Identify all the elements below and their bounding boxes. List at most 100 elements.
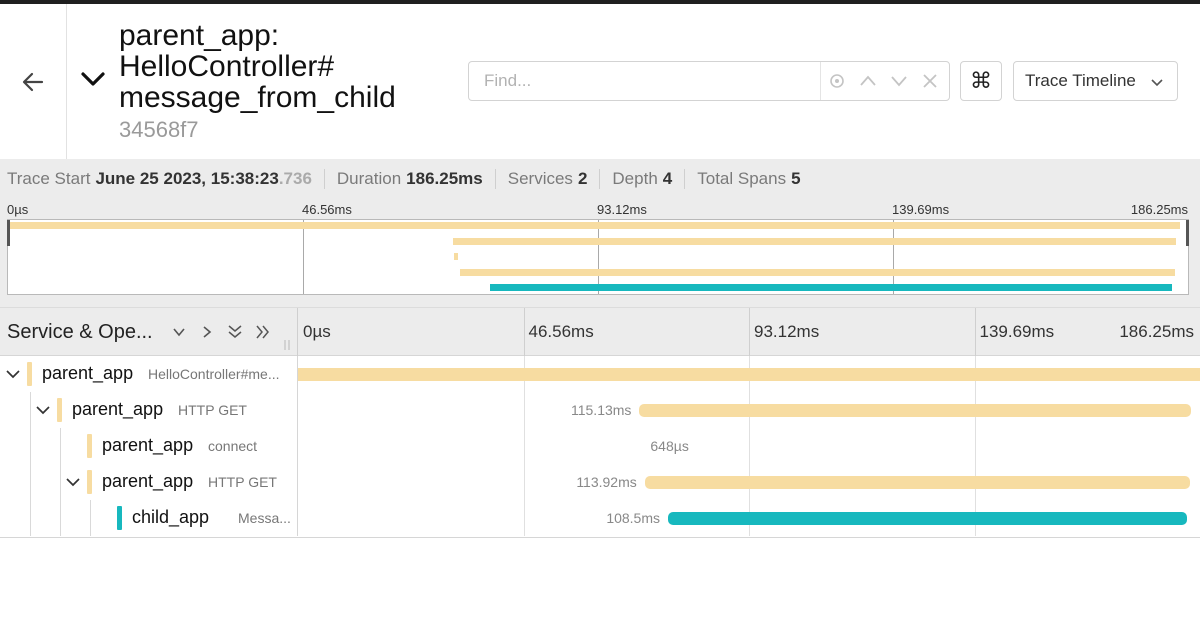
trace-search [468, 61, 950, 101]
chevron-up-icon [859, 75, 876, 86]
span-row[interactable]: parent_app HelloController#me... [0, 356, 1200, 392]
timeline-grid-line [749, 428, 750, 464]
service-name: child_app [132, 507, 210, 527]
tree-guide-line [60, 428, 61, 464]
back-button[interactable] [0, 4, 67, 159]
chevron-down-icon [173, 328, 185, 337]
span-name-cell[interactable]: parent_app connect [0, 428, 298, 464]
timeline-tick-line [749, 308, 750, 356]
target-icon [829, 74, 844, 88]
chevron-down-icon[interactable] [64, 473, 82, 491]
timeline-grid-line [523, 392, 525, 428]
close-icon [922, 74, 937, 88]
span-row[interactable]: parent_app HTTP GET 113.92ms [0, 464, 1200, 500]
view-select-value: Trace Timeline [1025, 71, 1136, 90]
summary-depth: Depth 4 [612, 169, 673, 188]
minimap-span-bar [454, 253, 459, 260]
clear-search-button[interactable] [914, 62, 945, 100]
trace-title: parent_app: HelloController# message_fro… [119, 19, 396, 114]
view-select[interactable]: Trace Timeline [1013, 61, 1178, 101]
minimap-canvas[interactable] [7, 219, 1189, 295]
trace-summary: Trace Start June 25 2023, 15:38:23.736 D… [0, 159, 1200, 199]
timeline-header: Service & Ope... 0µs 46.56ms 93.12ms 139.69… [0, 307, 1200, 356]
prev-result-button[interactable] [852, 62, 883, 100]
minimap-tick-label: 186.25ms [1130, 202, 1188, 217]
chevron-down-icon[interactable] [4, 365, 22, 383]
timeline-tick-line [974, 308, 976, 356]
search-input[interactable] [469, 62, 821, 100]
span-bar[interactable] [639, 404, 1191, 417]
service-color-marker [27, 362, 32, 386]
span-bar[interactable] [668, 512, 1188, 525]
double-chevron-down-icon [228, 325, 242, 338]
divider [599, 169, 601, 189]
operation-name: HelloController#me... [148, 366, 280, 382]
tree-guide-line [30, 464, 31, 500]
timeline-grid-line [523, 500, 525, 536]
timeline-tick-label: 0µs [303, 322, 331, 341]
minimap-right-handle[interactable] [1186, 220, 1189, 246]
minimap-span-bar [459, 268, 1176, 276]
command-key-icon: ⌘ [970, 68, 992, 93]
span-duration-label: 108.5ms [606, 510, 661, 526]
span-bar[interactable] [644, 476, 1191, 489]
timeline-tick-label: 46.56ms [528, 322, 594, 341]
minimap-tick-label: 0µs [7, 202, 29, 217]
span-bar[interactable] [298, 368, 1200, 381]
timeline-grid-line [523, 428, 525, 464]
operation-name: connect [208, 438, 258, 454]
timeline-tick-label: 93.12ms [754, 322, 820, 341]
tree-guide-line [30, 392, 31, 428]
keyboard-shortcuts-button[interactable]: ⌘ [960, 61, 1002, 101]
tree-guide-line [30, 428, 31, 464]
chevron-down-icon [1151, 79, 1163, 87]
expand-one-button[interactable] [193, 317, 221, 347]
span-row[interactable]: parent_app HTTP GET 115.13ms [0, 392, 1200, 428]
arrow-left-icon [22, 72, 44, 91]
timeline-grid-line [523, 464, 525, 500]
chevron-down-icon [81, 72, 105, 86]
span-name-cell[interactable]: child_app Messa... [0, 500, 298, 536]
minimap-grid-line [893, 220, 894, 294]
minimap-tick-label: 139.69ms [892, 202, 950, 217]
service-operation-column-header: Service & Ope... [0, 308, 298, 356]
operation-name: HTTP GET [178, 402, 247, 418]
timeline-tick-label: 139.69ms [979, 322, 1055, 341]
trace-id: 34568f7 [119, 117, 199, 142]
span-name-cell[interactable]: parent_app HTTP GET [0, 392, 298, 428]
span-row[interactable]: parent_app connect 648µs [0, 428, 1200, 464]
minimap-span-bar [10, 222, 1180, 229]
service-name: parent_app [42, 363, 134, 383]
minimap-grid-line [598, 220, 599, 294]
summary-duration: Duration 186.25ms [336, 169, 483, 188]
tree-guide-line [60, 500, 61, 536]
span-duration-label: 648µs [650, 438, 689, 454]
minimap-tick-label: 46.56ms [302, 202, 352, 217]
span-name-cell[interactable]: parent_app HTTP GET [0, 464, 298, 500]
operation-name: Messa... [238, 510, 291, 526]
expand-all-button[interactable] [249, 317, 277, 347]
span-name-cell[interactable]: parent_app HelloController#me... [0, 356, 298, 392]
summary-services: Services 2 [507, 169, 588, 188]
span-row[interactable]: child_app Messa... 108.5ms [0, 500, 1200, 536]
column-resize-handle[interactable] [283, 340, 291, 350]
minimap-span-bar [452, 237, 1177, 245]
trace-page-header: parent_app: HelloController# message_fro… [0, 4, 1200, 159]
column-label: Service & Ope... [7, 320, 153, 343]
minimap-tick-label: 93.12ms [597, 202, 647, 217]
divider [323, 169, 325, 189]
operation-name: HTTP GET [208, 474, 277, 490]
chevron-right-icon [203, 326, 212, 338]
locate-button[interactable] [821, 62, 852, 100]
collapse-all-button[interactable] [221, 317, 249, 347]
minimap-grid-line [303, 220, 304, 294]
minimap-span-bar [489, 284, 1172, 291]
collapse-header-button[interactable] [80, 66, 106, 92]
collapse-one-button[interactable] [165, 317, 193, 347]
chevron-down-icon[interactable] [34, 401, 52, 419]
next-result-button[interactable] [883, 62, 914, 100]
span-duration-label: 113.92ms [576, 474, 637, 490]
service-color-marker [117, 506, 122, 530]
timeline-tick-label: 186.25ms [1119, 322, 1194, 341]
divider [684, 169, 686, 189]
